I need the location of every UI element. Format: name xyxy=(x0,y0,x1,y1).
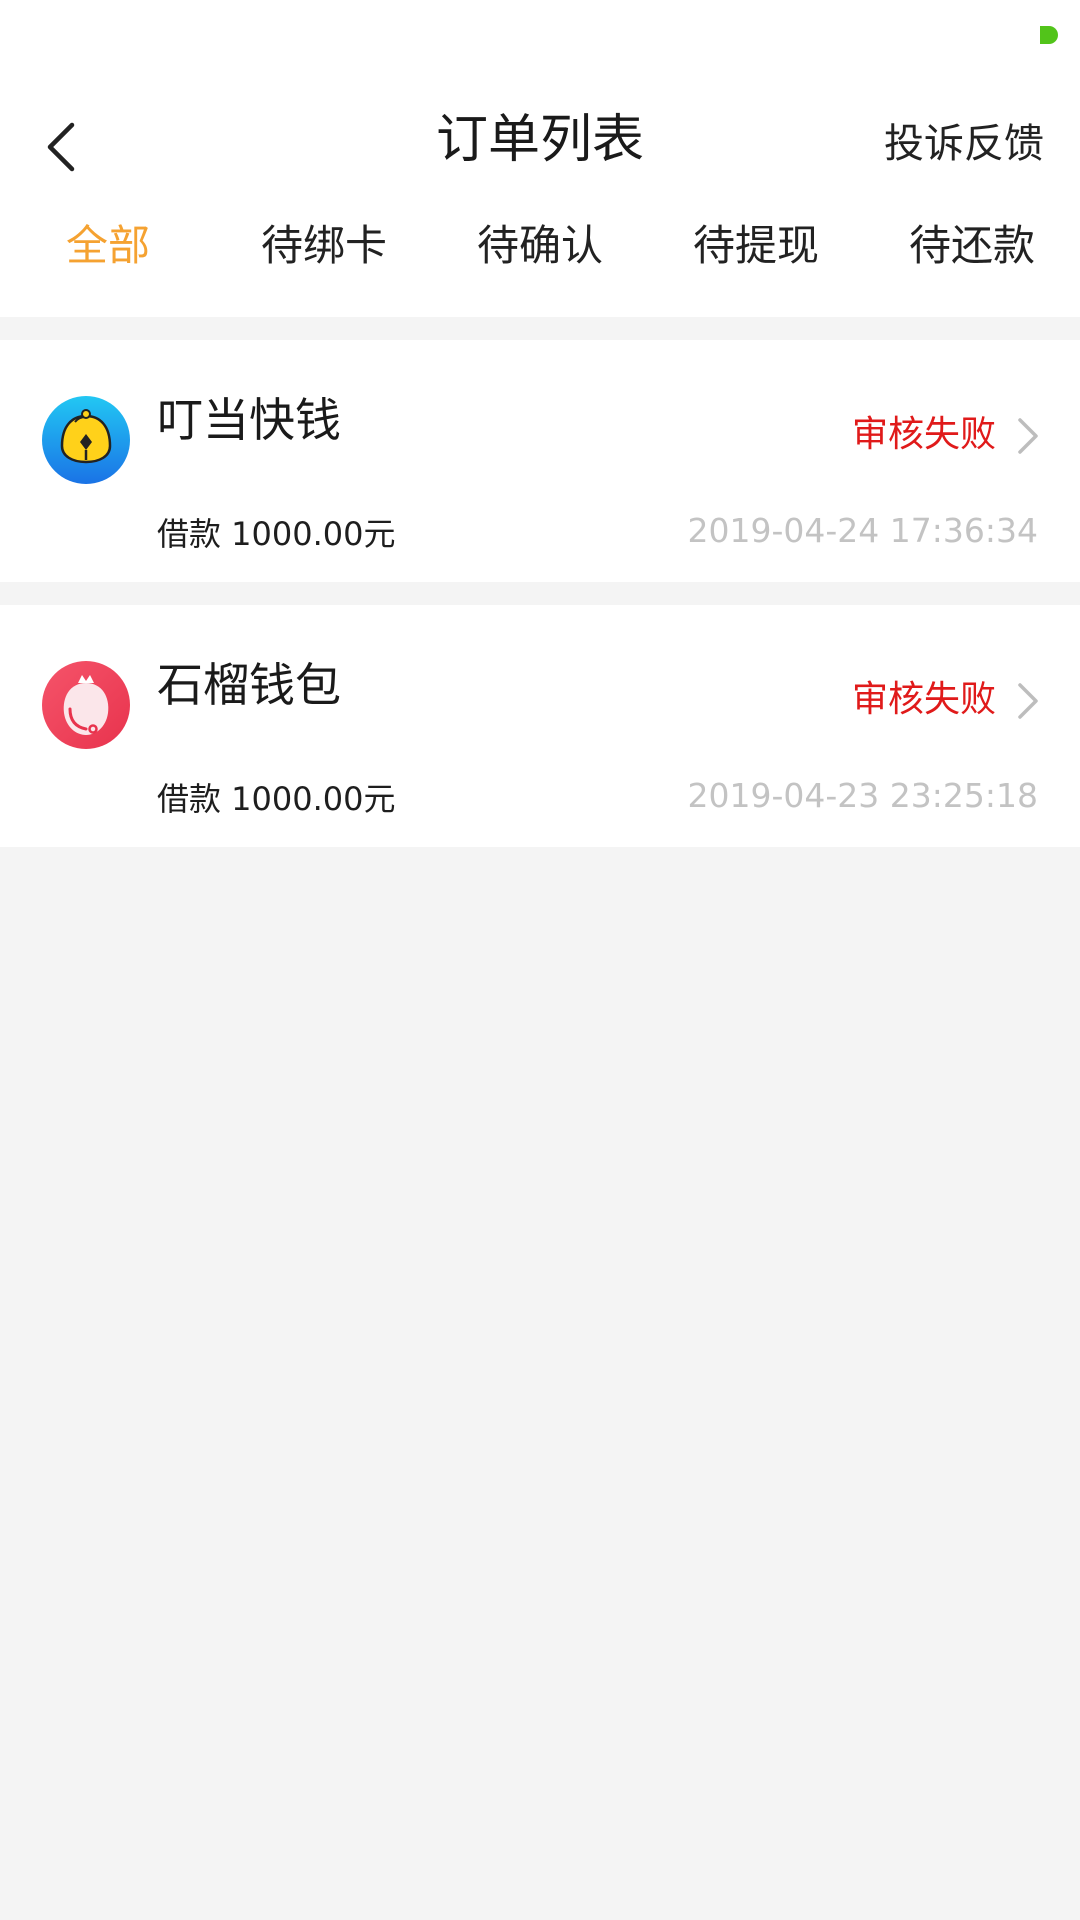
order-time: 2019-04-24 17:36:34 xyxy=(687,511,1038,550)
app-name: 叮当快钱 xyxy=(157,393,341,447)
bell-logo-icon xyxy=(42,396,130,484)
tab-all[interactable]: 全部 xyxy=(30,210,186,282)
loan-amount: 借款 1000.00元 xyxy=(157,780,396,818)
pomegranate-logo-icon xyxy=(42,661,130,749)
feedback-link[interactable]: 投诉反馈 xyxy=(884,116,1044,172)
tab-pending-card[interactable]: 待绑卡 xyxy=(246,210,402,282)
chevron-right-icon xyxy=(1018,418,1038,454)
order-item[interactable]: 石榴钱包 借款 1000.00元 审核失败 2019-04-23 23:25:1… xyxy=(0,605,1080,847)
status-bar xyxy=(0,0,1080,72)
chevron-right-icon xyxy=(1018,683,1038,719)
tab-bar: 全部 待绑卡 待确认 待提现 待还款 xyxy=(0,210,1080,282)
status-badge: 审核失败 xyxy=(851,679,996,720)
status-indicator-dot xyxy=(1040,26,1058,44)
status-badge: 审核失败 xyxy=(851,414,996,455)
tab-pending-withdraw[interactable]: 待提现 xyxy=(678,210,834,282)
tab-pending-confirm[interactable]: 待确认 xyxy=(462,210,618,282)
app-name: 石榴钱包 xyxy=(157,658,341,712)
header: 订单列表 投诉反馈 全部 待绑卡 待确认 待提现 待还款 xyxy=(0,72,1080,317)
loan-amount: 借款 1000.00元 xyxy=(157,515,396,553)
order-time: 2019-04-23 23:25:18 xyxy=(687,776,1038,815)
order-item[interactable]: 叮当快钱 借款 1000.00元 审核失败 2019-04-24 17:36:3… xyxy=(0,340,1080,582)
tab-pending-repay[interactable]: 待还款 xyxy=(894,210,1050,282)
